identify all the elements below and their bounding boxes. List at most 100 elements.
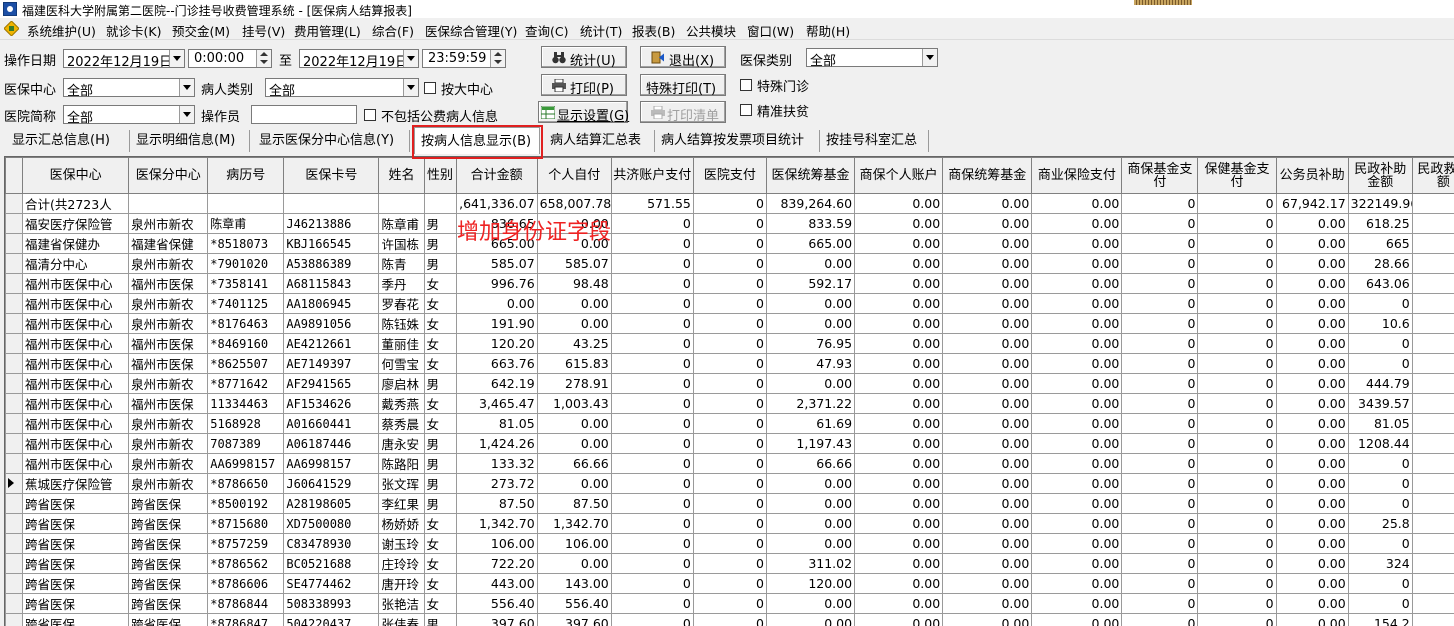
cell[interactable]: 庄玲玲 <box>379 554 424 574</box>
cell[interactable]: 0.00 <box>537 414 611 434</box>
cell[interactable]: 罗春花 <box>379 294 424 314</box>
cell[interactable]: 女 <box>424 574 456 594</box>
cell[interactable]: 0 <box>611 294 693 314</box>
cell[interactable]: 蕉城医疗保险管 <box>23 474 129 494</box>
cell[interactable]: 0 <box>1348 354 1412 374</box>
cell[interactable]: 女 <box>424 514 456 534</box>
table-row[interactable]: 福州市医保中心福州市医保*8625507AE7149397何雪宝女663.766… <box>6 354 1454 374</box>
start-date-dropdown-icon[interactable] <box>169 50 184 67</box>
cell[interactable]: 0.00 <box>855 614 943 626</box>
cell[interactable]: 0 <box>1122 194 1198 214</box>
cell[interactable]: 0.00 <box>1032 274 1122 294</box>
table-row[interactable]: 福州市医保中心泉州市新农AA6998157AA6998157陈路阳男133.32… <box>6 454 1454 474</box>
cell[interactable]: 0 <box>1122 574 1198 594</box>
cell[interactable]: 25.8 <box>1348 514 1412 534</box>
cell[interactable]: 444.79 <box>1348 374 1412 394</box>
cell[interactable]: 0 <box>1122 254 1198 274</box>
cell[interactable]: 福清分中心 <box>23 254 129 274</box>
cell[interactable]: 1,342.70 <box>537 514 611 534</box>
end-time-spinner[interactable]: 23:59:59 <box>422 49 506 68</box>
cell[interactable]: 女 <box>424 354 456 374</box>
cell[interactable]: 0 <box>1122 534 1198 554</box>
row-indicator[interactable] <box>6 274 23 294</box>
cell[interactable]: 0 <box>693 534 766 554</box>
table-row[interactable]: 福州市医保中心泉州市新农*7401125AA1806945罗春花女0.000.0… <box>6 294 1454 314</box>
row-indicator[interactable] <box>6 334 23 354</box>
cell[interactable]: 0.00 <box>1276 614 1348 626</box>
cell[interactable]: 0.00 <box>1276 594 1348 614</box>
cell[interactable] <box>1412 574 1454 594</box>
cell[interactable]: 0 <box>693 294 766 314</box>
cell[interactable]: 廖启林 <box>379 374 424 394</box>
cell[interactable]: 81.05 <box>456 414 537 434</box>
cell[interactable]: 0 <box>693 274 766 294</box>
cell[interactable]: 张文珲 <box>379 474 424 494</box>
cell[interactable]: 3,465.47 <box>456 394 537 414</box>
cell[interactable]: AA9891056 <box>284 314 379 334</box>
cell[interactable]: 女 <box>424 534 456 554</box>
cell[interactable] <box>424 194 456 214</box>
cell[interactable]: 0.00 <box>537 314 611 334</box>
cell[interactable]: 665 <box>1348 234 1412 254</box>
cell[interactable]: 女 <box>424 274 456 294</box>
col-civil-servant[interactable]: 公务员补助 <box>1276 158 1348 194</box>
cell[interactable]: A06187446 <box>284 434 379 454</box>
cell[interactable] <box>1412 554 1454 574</box>
row-indicator[interactable] <box>6 294 23 314</box>
cell[interactable]: 0 <box>1348 594 1412 614</box>
cell[interactable]: 0.00 <box>1276 454 1348 474</box>
col-commercial-pool[interactable]: 商保统筹基金 <box>943 158 1032 194</box>
row-indicator[interactable] <box>6 494 23 514</box>
tab-settlement-summary[interactable]: 病人结算汇总表 <box>544 130 655 152</box>
cell[interactable]: 季丹 <box>379 274 424 294</box>
cell[interactable]: 0.00 <box>766 594 854 614</box>
cell[interactable]: C83478930 <box>284 534 379 554</box>
cell[interactable]: 618.25 <box>1348 214 1412 234</box>
cell[interactable]: 3439.57 <box>1348 394 1412 414</box>
cell[interactable]: 0 <box>1198 614 1276 626</box>
cell[interactable]: *7358141 <box>208 274 284 294</box>
cell[interactable]: 0.00 <box>943 234 1032 254</box>
cell[interactable]: 0.00 <box>1276 574 1348 594</box>
big-center-checkbox[interactable] <box>424 82 436 94</box>
cell[interactable]: 0.00 <box>943 294 1032 314</box>
cell[interactable]: 0 <box>1198 554 1276 574</box>
cell[interactable]: 592.17 <box>766 274 854 294</box>
cell[interactable]: 278.91 <box>537 374 611 394</box>
cell[interactable]: 0 <box>611 274 693 294</box>
table-row[interactable]: 跨省医保跨省医保*8786606SE4774462唐开玲女443.00143.0… <box>6 574 1454 594</box>
menu-general[interactable]: 综合(F) <box>372 21 414 40</box>
cell[interactable]: 0.00 <box>766 294 854 314</box>
cell[interactable]: 陈青 <box>379 254 424 274</box>
cell[interactable]: 唐开玲 <box>379 574 424 594</box>
cell[interactable] <box>1412 494 1454 514</box>
cell[interactable]: 男 <box>424 614 456 626</box>
table-row[interactable]: 福建省保健办福建省保健*8518073KBJ166545许国栋男665.000.… <box>6 234 1454 254</box>
col-commercial-fund[interactable]: 商保基金支付 <box>1122 158 1198 194</box>
cell[interactable]: 0 <box>693 354 766 374</box>
cell[interactable]: 0 <box>611 454 693 474</box>
cell[interactable]: 0 <box>611 594 693 614</box>
cell[interactable]: 跨省医保 <box>129 574 208 594</box>
cell[interactable]: 0 <box>693 334 766 354</box>
cell[interactable]: 0 <box>1348 574 1412 594</box>
cell[interactable]: *8500192 <box>208 494 284 514</box>
operator-input[interactable] <box>251 105 357 124</box>
cell[interactable]: 0.00 <box>943 514 1032 534</box>
cell[interactable]: 0 <box>611 234 693 254</box>
cell[interactable]: 0.00 <box>1276 314 1348 334</box>
cell[interactable]: 跨省医保 <box>23 534 129 554</box>
cell[interactable]: 0 <box>1348 534 1412 554</box>
cell[interactable]: 0 <box>1198 494 1276 514</box>
cell[interactable]: 397.60 <box>456 614 537 626</box>
row-indicator[interactable] <box>6 414 23 434</box>
cell[interactable]: 0.00 <box>855 534 943 554</box>
cell[interactable]: 泉州市新农 <box>129 294 208 314</box>
cell[interactable]: 0 <box>1122 274 1198 294</box>
cell[interactable]: *8757259 <box>208 534 284 554</box>
cell[interactable]: 何雪宝 <box>379 354 424 374</box>
cell[interactable]: 0 <box>693 254 766 274</box>
cell[interactable] <box>1412 414 1454 434</box>
row-indicator[interactable] <box>6 554 23 574</box>
cell[interactable]: 0.00 <box>1276 534 1348 554</box>
